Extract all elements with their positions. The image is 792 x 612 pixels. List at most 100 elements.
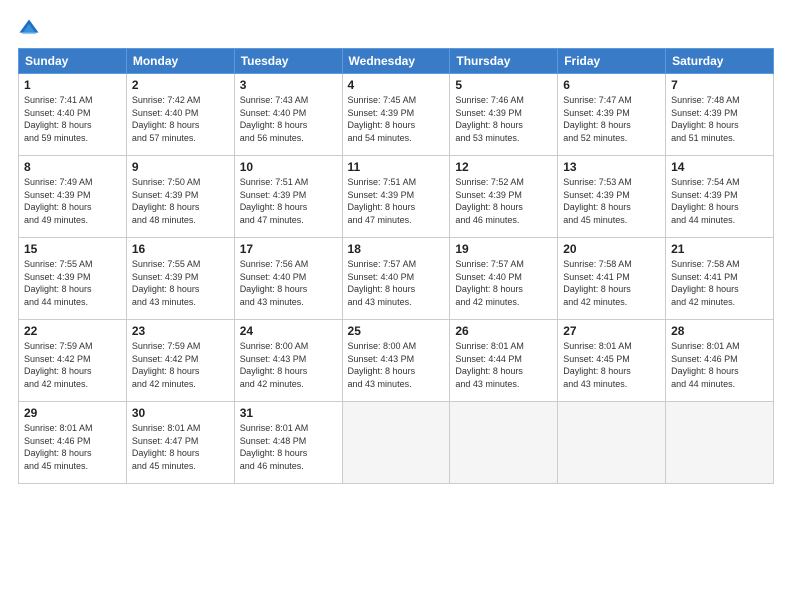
day-info: Sunrise: 7:55 AM Sunset: 4:39 PM Dayligh… (132, 258, 229, 308)
day-info: Sunrise: 7:55 AM Sunset: 4:39 PM Dayligh… (24, 258, 121, 308)
day-cell: 30 Sunrise: 8:01 AM Sunset: 4:47 PM Dayli… (126, 402, 234, 484)
day-number: 5 (455, 78, 552, 92)
day-number: 4 (348, 78, 445, 92)
day-info: Sunrise: 7:42 AM Sunset: 4:40 PM Dayligh… (132, 94, 229, 144)
day-number: 15 (24, 242, 121, 256)
day-cell: 15 Sunrise: 7:55 AM Sunset: 4:39 PM Dayli… (19, 238, 127, 320)
day-cell: 24 Sunrise: 8:00 AM Sunset: 4:43 PM Dayli… (234, 320, 342, 402)
day-info: Sunrise: 7:43 AM Sunset: 4:40 PM Dayligh… (240, 94, 337, 144)
day-cell: 22 Sunrise: 7:59 AM Sunset: 4:42 PM Dayli… (19, 320, 127, 402)
day-cell: 9 Sunrise: 7:50 AM Sunset: 4:39 PM Daylig… (126, 156, 234, 238)
day-number: 29 (24, 406, 121, 420)
day-info: Sunrise: 8:01 AM Sunset: 4:44 PM Dayligh… (455, 340, 552, 390)
day-number: 13 (563, 160, 660, 174)
day-number: 27 (563, 324, 660, 338)
day-info: Sunrise: 7:46 AM Sunset: 4:39 PM Dayligh… (455, 94, 552, 144)
day-info: Sunrise: 8:01 AM Sunset: 4:45 PM Dayligh… (563, 340, 660, 390)
day-cell: 25 Sunrise: 8:00 AM Sunset: 4:43 PM Dayli… (342, 320, 450, 402)
day-cell: 18 Sunrise: 7:57 AM Sunset: 4:40 PM Dayli… (342, 238, 450, 320)
day-number: 7 (671, 78, 768, 92)
day-number: 16 (132, 242, 229, 256)
day-number: 28 (671, 324, 768, 338)
day-number: 9 (132, 160, 229, 174)
day-cell: 10Sunrise: 7:51 AM Sunset: 4:39 PM Dayli… (234, 156, 342, 238)
day-cell: 3 Sunrise: 7:43 AM Sunset: 4:40 PM Daylig… (234, 74, 342, 156)
day-info: Sunrise: 7:53 AM Sunset: 4:39 PM Dayligh… (563, 176, 660, 226)
day-info: Sunrise: 8:01 AM Sunset: 4:47 PM Dayligh… (132, 422, 229, 472)
day-info: Sunrise: 7:48 AM Sunset: 4:39 PM Dayligh… (671, 94, 768, 144)
day-number: 30 (132, 406, 229, 420)
day-cell: 23 Sunrise: 7:59 AM Sunset: 4:42 PM Dayli… (126, 320, 234, 402)
day-info: Sunrise: 7:57 AM Sunset: 4:40 PM Dayligh… (455, 258, 552, 308)
day-info: Sunrise: 8:01 AM Sunset: 4:46 PM Dayligh… (24, 422, 121, 472)
col-header-saturday: Saturday (666, 49, 774, 74)
day-cell: 29 Sunrise: 8:01 AM Sunset: 4:46 PM Dayli… (19, 402, 127, 484)
col-header-monday: Monday (126, 49, 234, 74)
day-info: Sunrise: 7:54 AM Sunset: 4:39 PM Dayligh… (671, 176, 768, 226)
day-cell: 21 Sunrise: 7:58 AM Sunset: 4:41 PM Dayli… (666, 238, 774, 320)
day-cell: 5 Sunrise: 7:46 AM Sunset: 4:39 PM Daylig… (450, 74, 558, 156)
day-number: 22 (24, 324, 121, 338)
day-cell: 8Sunrise: 7:49 AM Sunset: 4:39 PM Daylig… (19, 156, 127, 238)
day-cell: 7 Sunrise: 7:48 AM Sunset: 4:39 PM Daylig… (666, 74, 774, 156)
day-info: Sunrise: 7:59 AM Sunset: 4:42 PM Dayligh… (132, 340, 229, 390)
day-info: Sunrise: 7:41 AM Sunset: 4:40 PM Dayligh… (24, 94, 121, 144)
day-cell: 31 Sunrise: 8:01 AM Sunset: 4:48 PM Dayli… (234, 402, 342, 484)
week-row-1: 1 Sunrise: 7:41 AM Sunset: 4:40 PM Daylig… (19, 74, 774, 156)
day-number: 17 (240, 242, 337, 256)
day-cell: 6Sunrise: 7:47 AM Sunset: 4:39 PM Daylig… (558, 74, 666, 156)
day-info: Sunrise: 7:57 AM Sunset: 4:40 PM Dayligh… (348, 258, 445, 308)
day-cell (558, 402, 666, 484)
day-cell: 1 Sunrise: 7:41 AM Sunset: 4:40 PM Daylig… (19, 74, 127, 156)
day-cell (342, 402, 450, 484)
day-number: 31 (240, 406, 337, 420)
day-number: 19 (455, 242, 552, 256)
day-info: Sunrise: 7:45 AM Sunset: 4:39 PM Dayligh… (348, 94, 445, 144)
day-cell: 14 Sunrise: 7:54 AM Sunset: 4:39 PM Dayli… (666, 156, 774, 238)
day-info: Sunrise: 8:01 AM Sunset: 4:48 PM Dayligh… (240, 422, 337, 472)
col-header-tuesday: Tuesday (234, 49, 342, 74)
day-number: 24 (240, 324, 337, 338)
day-info: Sunrise: 7:56 AM Sunset: 4:40 PM Dayligh… (240, 258, 337, 308)
day-info: Sunrise: 7:58 AM Sunset: 4:41 PM Dayligh… (671, 258, 768, 308)
day-number: 11 (348, 160, 445, 174)
day-cell: 28Sunrise: 8:01 AM Sunset: 4:46 PM Dayli… (666, 320, 774, 402)
week-row-4: 22 Sunrise: 7:59 AM Sunset: 4:42 PM Dayli… (19, 320, 774, 402)
week-row-3: 15 Sunrise: 7:55 AM Sunset: 4:39 PM Dayli… (19, 238, 774, 320)
day-info: Sunrise: 7:47 AM Sunset: 4:39 PM Dayligh… (563, 94, 660, 144)
day-number: 14 (671, 160, 768, 174)
day-cell: 26 Sunrise: 8:01 AM Sunset: 4:44 PM Dayli… (450, 320, 558, 402)
day-info: Sunrise: 7:49 AM Sunset: 4:39 PM Dayligh… (24, 176, 121, 226)
day-info: Sunrise: 7:59 AM Sunset: 4:42 PM Dayligh… (24, 340, 121, 390)
day-cell: 4 Sunrise: 7:45 AM Sunset: 4:39 PM Daylig… (342, 74, 450, 156)
header-row: SundayMondayTuesdayWednesdayThursdayFrid… (19, 49, 774, 74)
day-cell: 16 Sunrise: 7:55 AM Sunset: 4:39 PM Dayli… (126, 238, 234, 320)
day-info: Sunrise: 7:50 AM Sunset: 4:39 PM Dayligh… (132, 176, 229, 226)
day-info: Sunrise: 7:52 AM Sunset: 4:39 PM Dayligh… (455, 176, 552, 226)
col-header-wednesday: Wednesday (342, 49, 450, 74)
day-cell: 17 Sunrise: 7:56 AM Sunset: 4:40 PM Dayli… (234, 238, 342, 320)
calendar: SundayMondayTuesdayWednesdayThursdayFrid… (18, 48, 774, 484)
col-header-friday: Friday (558, 49, 666, 74)
logo-icon (18, 18, 40, 40)
day-number: 21 (671, 242, 768, 256)
col-header-sunday: Sunday (19, 49, 127, 74)
day-info: Sunrise: 8:00 AM Sunset: 4:43 PM Dayligh… (348, 340, 445, 390)
day-number: 18 (348, 242, 445, 256)
day-cell: 13 Sunrise: 7:53 AM Sunset: 4:39 PM Dayli… (558, 156, 666, 238)
col-header-thursday: Thursday (450, 49, 558, 74)
day-info: Sunrise: 8:00 AM Sunset: 4:43 PM Dayligh… (240, 340, 337, 390)
day-cell: 11Sunrise: 7:51 AM Sunset: 4:39 PM Dayli… (342, 156, 450, 238)
day-number: 25 (348, 324, 445, 338)
day-cell: 20Sunrise: 7:58 AM Sunset: 4:41 PM Dayli… (558, 238, 666, 320)
day-number: 23 (132, 324, 229, 338)
day-number: 26 (455, 324, 552, 338)
week-row-2: 8Sunrise: 7:49 AM Sunset: 4:39 PM Daylig… (19, 156, 774, 238)
day-number: 3 (240, 78, 337, 92)
day-number: 12 (455, 160, 552, 174)
day-number: 1 (24, 78, 121, 92)
page: SundayMondayTuesdayWednesdayThursdayFrid… (0, 0, 792, 612)
day-info: Sunrise: 7:51 AM Sunset: 4:39 PM Dayligh… (240, 176, 337, 226)
day-cell: 27 Sunrise: 8:01 AM Sunset: 4:45 PM Dayli… (558, 320, 666, 402)
header (18, 18, 774, 40)
